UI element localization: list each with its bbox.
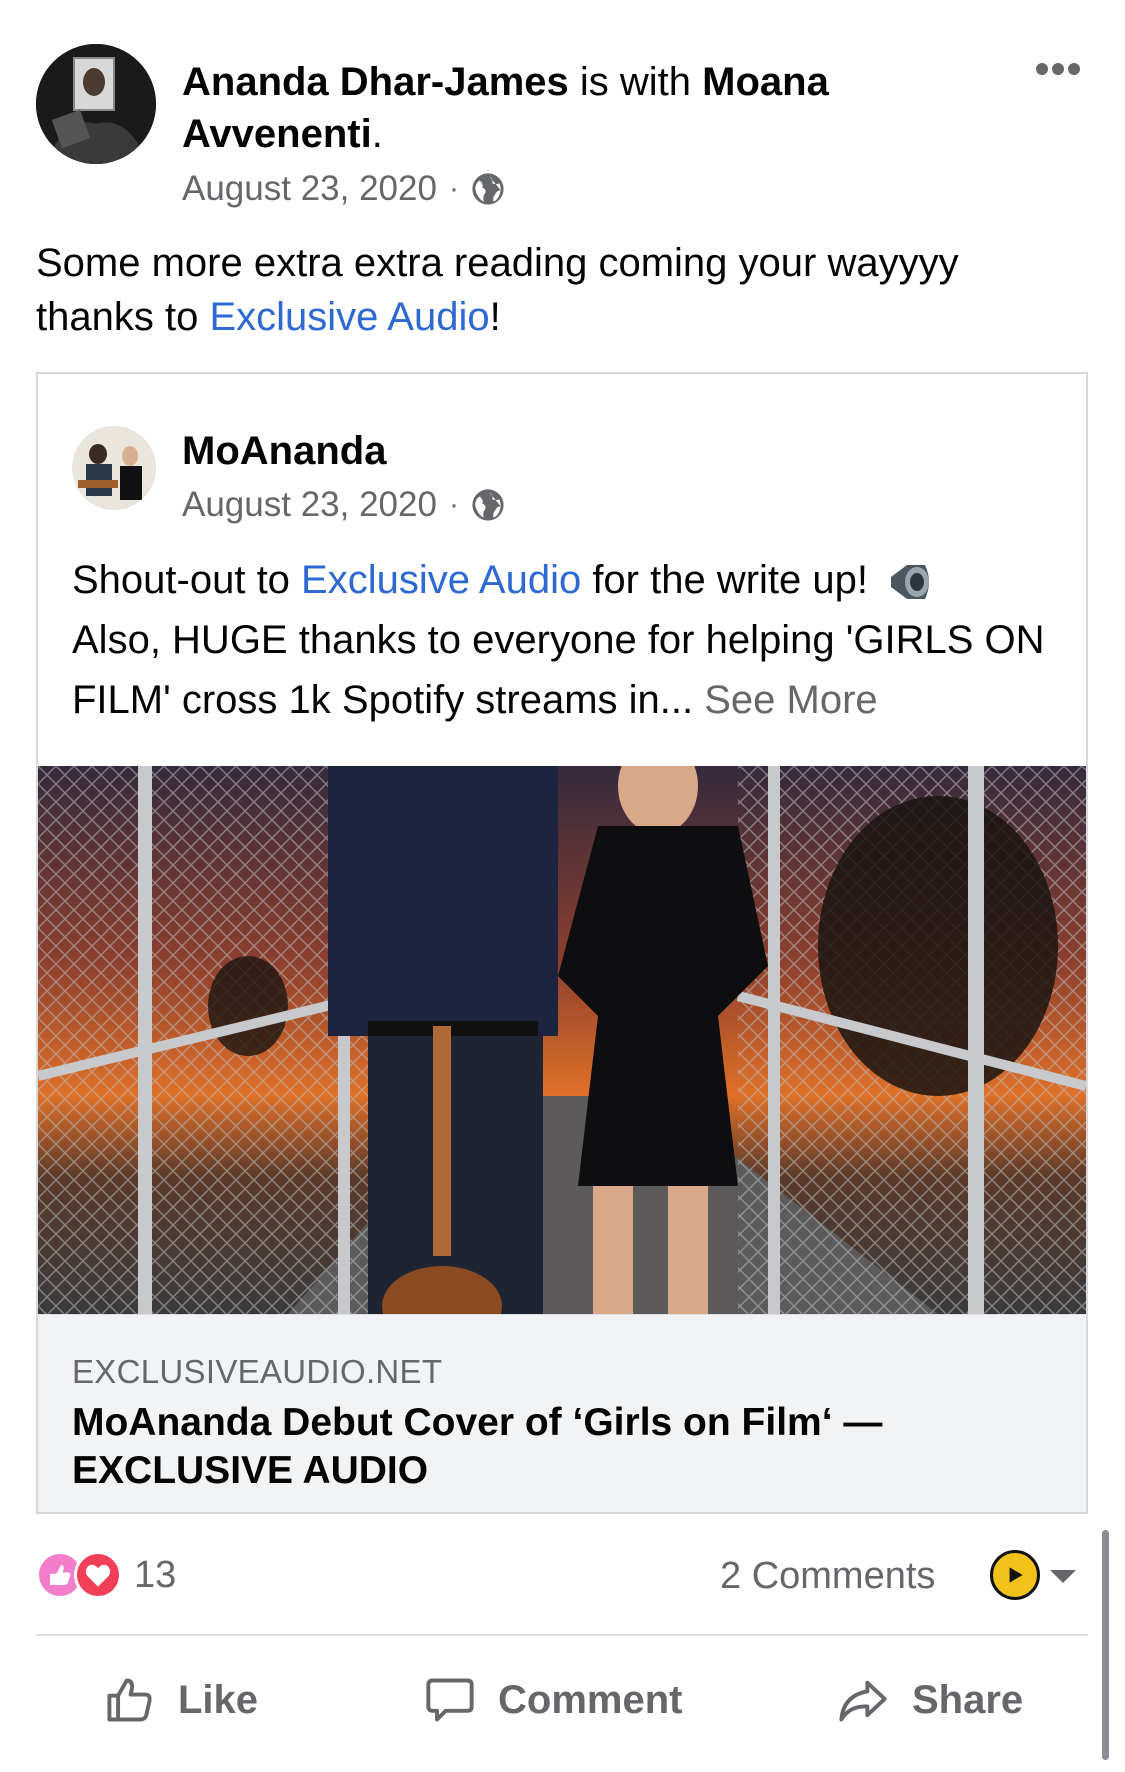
post-text-part: !: [489, 295, 501, 339]
link-domain: EXCLUSIVEAUDIO.NET: [72, 1353, 443, 1390]
reaction-count[interactable]: 13: [134, 1554, 176, 1597]
shared-text-part: for the write up!: [581, 558, 880, 602]
love-icon: [74, 1551, 122, 1599]
post-header-text: Ananda Dhar-James is with Moana Avvenent…: [182, 56, 942, 160]
shared-page-name[interactable]: MoAnanda: [182, 426, 386, 476]
thumbs-up-icon: [107, 1678, 152, 1722]
link-preview[interactable]: EXCLUSIVEAUDIO.NET MoAnanda Debut Cover …: [38, 1314, 1086, 1512]
comment-button[interactable]: Comment: [424, 1670, 682, 1730]
like-button[interactable]: Like: [104, 1670, 258, 1730]
more-options-button[interactable]: [1036, 62, 1092, 88]
shared-page-link[interactable]: Exclusive Audio: [301, 558, 581, 602]
separator-dot: ·: [448, 172, 459, 205]
author-avatar[interactable]: [36, 44, 156, 164]
chevron-down-icon[interactable]: [1050, 1570, 1076, 1583]
more-dot-icon: [1068, 63, 1080, 75]
globe-icon: [472, 173, 504, 205]
comment-label: Comment: [498, 1677, 683, 1722]
post-date[interactable]: August 23, 2020: [182, 169, 437, 209]
shared-post-card[interactable]: MoAnanda August 23, 2020 · Shout-out to …: [36, 372, 1088, 1514]
see-more-link[interactable]: See More: [704, 678, 877, 722]
comments-count[interactable]: 2 Comments: [720, 1552, 935, 1600]
post-meta: August 23, 2020 ·: [182, 166, 505, 212]
post-body: Some more extra extra reading coming you…: [36, 236, 1076, 344]
tagged-suffix: .: [371, 112, 383, 156]
shared-text-part: Shout-out to: [72, 558, 302, 602]
comment-as-avatar[interactable]: [990, 1550, 1040, 1600]
link-preview-image[interactable]: [38, 766, 1086, 1314]
share-button[interactable]: Share: [836, 1670, 1023, 1730]
separator-dot: ·: [448, 488, 459, 521]
shared-page-avatar[interactable]: [72, 426, 156, 510]
shared-post-body: Shout-out to Exclusive Audio for the wri…: [72, 550, 1072, 730]
more-dot-icon: [1036, 63, 1048, 75]
globe-icon: [472, 489, 504, 521]
post-page-link[interactable]: Exclusive Audio: [209, 295, 489, 339]
shared-post-date[interactable]: August 23, 2020: [182, 485, 437, 525]
divider: [36, 1634, 1088, 1636]
with-text: is with: [568, 60, 703, 104]
scrollbar[interactable]: [1102, 1530, 1109, 1760]
link-title[interactable]: MoAnanda Debut Cover of ‘Girls on Film‘ …: [72, 1399, 1032, 1495]
share-icon: [839, 1680, 887, 1722]
speaker-emoji-icon: [891, 565, 930, 600]
comment-icon: [426, 1678, 474, 1722]
author-name[interactable]: Ananda Dhar-James: [182, 60, 569, 104]
share-label: Share: [912, 1677, 1024, 1722]
like-label: Like: [178, 1677, 259, 1722]
more-dot-icon: [1052, 63, 1064, 75]
shared-text-part: Also, HUGE thanks to everyone for helpin…: [72, 618, 1045, 722]
shared-post-meta: August 23, 2020 ·: [182, 482, 505, 528]
reactions-summary[interactable]: 13: [36, 1550, 176, 1600]
